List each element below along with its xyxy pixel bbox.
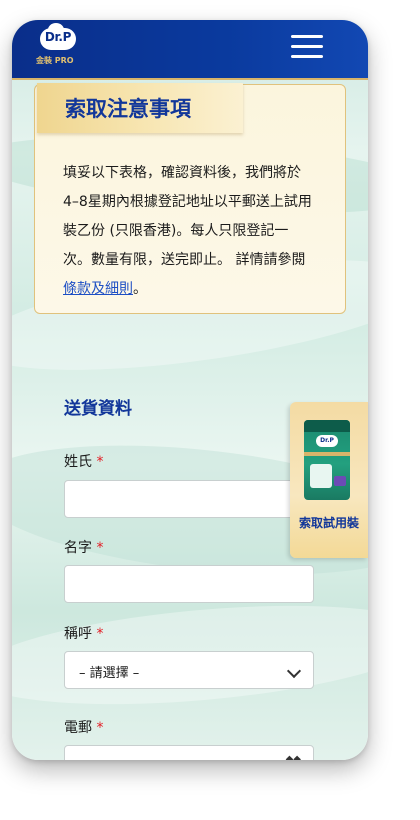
notice-box: 索取注意事項 填妥以下表格，確認資料後，我們將於4–8星期內根據登記地址以平郵送… [34, 83, 346, 314]
surname-input[interactable] [64, 480, 314, 518]
title-select-value: – 請選擇 – [79, 666, 140, 681]
notice-title-bar: 索取注意事項 [37, 83, 243, 133]
chevron-down-icon [286, 663, 302, 679]
required-mark: * [96, 454, 104, 470]
title-select[interactable]: – 請選擇 – [64, 651, 314, 689]
given-name-label-text: 名字 [64, 540, 92, 556]
surname-label-text: 姓氏 [64, 454, 92, 470]
email-input[interactable]: ◆◆ [64, 745, 314, 760]
site-header: Dr.P 金裝 PRO [12, 20, 368, 80]
title-label-text: 稱呼 [64, 626, 92, 642]
delivery-section-title: 送貨資料 [64, 399, 132, 419]
terms-link[interactable]: 條款及細則 [63, 281, 133, 297]
notice-body: 填妥以下表格，確認資料後，我們將於4–8星期內根據登記地址以平郵送上試用裝乙份 … [63, 159, 315, 304]
given-name-label: 名字 * [64, 537, 103, 557]
required-mark: * [96, 626, 104, 642]
product-pack-image: Dr.P [304, 420, 350, 500]
logo-subtitle: 金裝 PRO [36, 56, 74, 65]
request-sample-tab[interactable]: Dr.P 索取試用裝 [290, 402, 368, 558]
notice-title: 索取注意事項 [65, 97, 191, 121]
request-sample-label: 索取試用裝 [298, 516, 359, 530]
hamburger-menu-icon[interactable] [291, 33, 323, 61]
notice-body-end: 。 [133, 281, 147, 297]
email-label: 電郵 * [64, 717, 103, 737]
given-name-input[interactable] [64, 565, 314, 603]
notice-body-text: 填妥以下表格，確認資料後，我們將於4–8星期內根據登記地址以平郵送上試用裝乙份 … [63, 165, 312, 268]
pack-logo: Dr.P [316, 435, 338, 447]
logo-text: Dr.P [44, 30, 72, 44]
required-mark: * [96, 540, 104, 556]
title-label: 稱呼 * [64, 623, 103, 643]
surname-label: 姓氏 * [64, 451, 103, 471]
phone-frame: Dr.P 金裝 PRO 索取注意事項 填妥以下表格，確認資料後，我們將於4–8星… [12, 20, 368, 760]
brand-logo[interactable]: Dr.P 金裝 PRO [34, 23, 90, 74]
autofill-key-icon: ◆◆ [285, 754, 301, 760]
email-label-text: 電郵 [64, 720, 92, 736]
required-mark: * [96, 720, 104, 736]
